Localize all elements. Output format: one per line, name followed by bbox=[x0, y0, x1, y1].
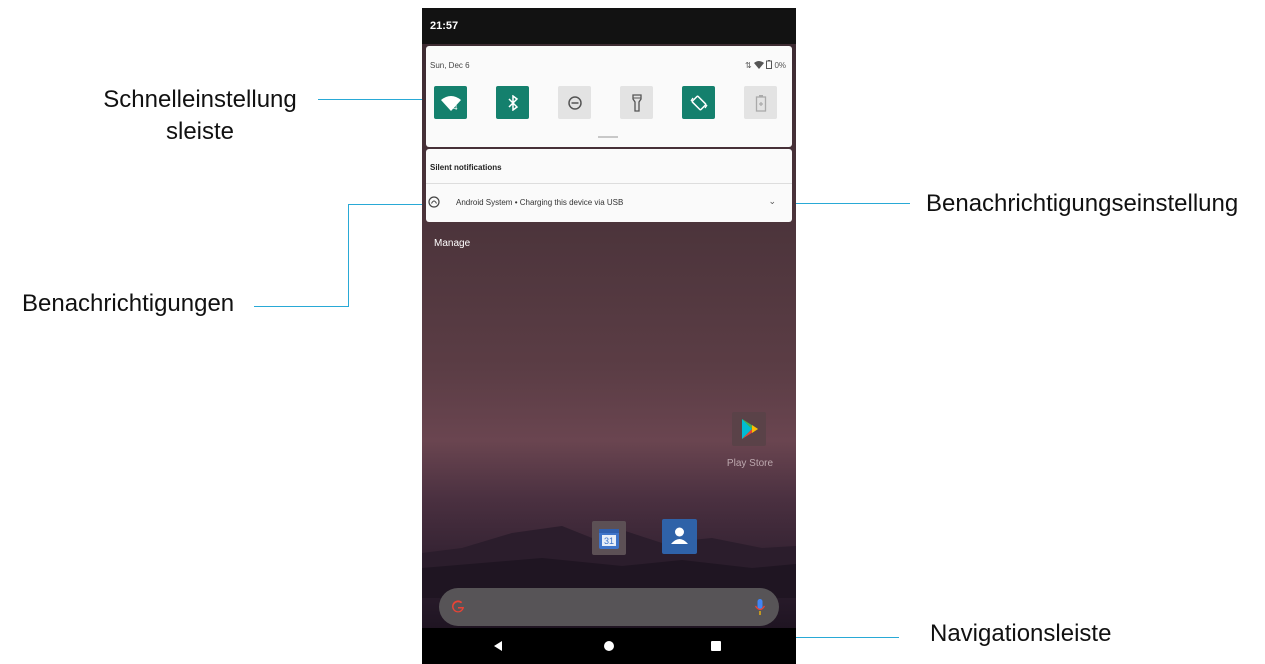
flashlight-tile[interactable] bbox=[620, 86, 653, 119]
status-bar: 21:57 bbox=[422, 8, 796, 44]
bluetooth-icon bbox=[507, 94, 518, 111]
calendar-app[interactable]: 31 bbox=[592, 521, 626, 555]
battery-status-icon bbox=[766, 60, 773, 69]
phone-screen: 21:57 Sun, Dec 6 ⇅ 0% 4 Silent notificat… bbox=[422, 8, 796, 664]
quick-settings-panel: Sun, Dec 6 ⇅ 0% 4 bbox=[426, 46, 792, 147]
manage-button[interactable]: Manage bbox=[434, 238, 470, 249]
calendar-day: 31 bbox=[604, 536, 614, 546]
data-arrows-icon: ⇅ bbox=[745, 61, 752, 70]
wifi-icon: 4 bbox=[440, 95, 461, 111]
bluetooth-tile[interactable] bbox=[496, 86, 529, 119]
notification-item[interactable]: Android System • Charging this device vi… bbox=[426, 184, 792, 222]
battery-saver-icon bbox=[755, 94, 766, 112]
contacts-icon bbox=[671, 527, 688, 544]
notification-section-header: Silent notifications bbox=[430, 163, 502, 172]
do-not-disturb-tile[interactable] bbox=[558, 86, 591, 119]
callout-quick-settings: Schnelleinstellung sleiste bbox=[96, 84, 304, 148]
playstore-app[interactable] bbox=[732, 412, 766, 446]
back-icon[interactable] bbox=[492, 640, 504, 652]
quick-settings-drag-handle[interactable] bbox=[598, 136, 618, 138]
notification-panel: Silent notifications Android System • Ch… bbox=[426, 149, 792, 222]
callout-notifications: Benachrichtigungen bbox=[22, 290, 235, 317]
callout-line-quick-settings bbox=[318, 99, 436, 100]
status-clock: 21:57 bbox=[430, 20, 459, 32]
google-g-icon bbox=[452, 600, 464, 613]
callout-navigation-bar: Navigationsleiste bbox=[930, 620, 1112, 647]
quick-settings-date: Sun, Dec 6 bbox=[430, 61, 470, 70]
google-search-bar[interactable] bbox=[439, 588, 779, 626]
playstore-label: Play Store bbox=[726, 458, 774, 469]
callout-quick-settings-line2: sleiste bbox=[165, 118, 235, 145]
calendar-icon: 31 bbox=[599, 529, 619, 549]
navigation-bar bbox=[422, 628, 796, 664]
flashlight-icon bbox=[631, 93, 642, 112]
auto-rotate-icon bbox=[689, 95, 708, 110]
battery-percent: 0% bbox=[774, 61, 786, 70]
recents-icon[interactable] bbox=[710, 640, 722, 652]
android-system-icon bbox=[428, 196, 440, 208]
callout-line-notifications-h1 bbox=[254, 306, 349, 307]
playstore-icon bbox=[742, 419, 758, 439]
wifi-tile[interactable]: 4 bbox=[434, 86, 467, 119]
home-icon[interactable] bbox=[603, 640, 615, 652]
wifi-status-icon bbox=[753, 61, 764, 69]
battery-saver-tile[interactable] bbox=[744, 86, 777, 119]
notification-text: Android System • Charging this device vi… bbox=[456, 198, 624, 207]
callout-quick-settings-line1: Schnelleinstellung bbox=[103, 86, 297, 113]
wifi-badge: 4 bbox=[453, 103, 458, 111]
auto-rotate-tile[interactable] bbox=[682, 86, 715, 119]
callout-line-notification-settings bbox=[778, 203, 910, 204]
callout-notification-settings: Benachrichtigungseinstellung bbox=[926, 190, 1239, 217]
contacts-app[interactable] bbox=[662, 519, 697, 554]
callout-line-notifications-v bbox=[348, 204, 349, 307]
microphone-icon[interactable] bbox=[754, 598, 766, 616]
do-not-disturb-icon bbox=[567, 95, 582, 110]
quick-settings-status-icons: ⇅ 0% bbox=[745, 60, 786, 70]
chevron-down-icon[interactable]: ⌄ bbox=[768, 196, 776, 207]
